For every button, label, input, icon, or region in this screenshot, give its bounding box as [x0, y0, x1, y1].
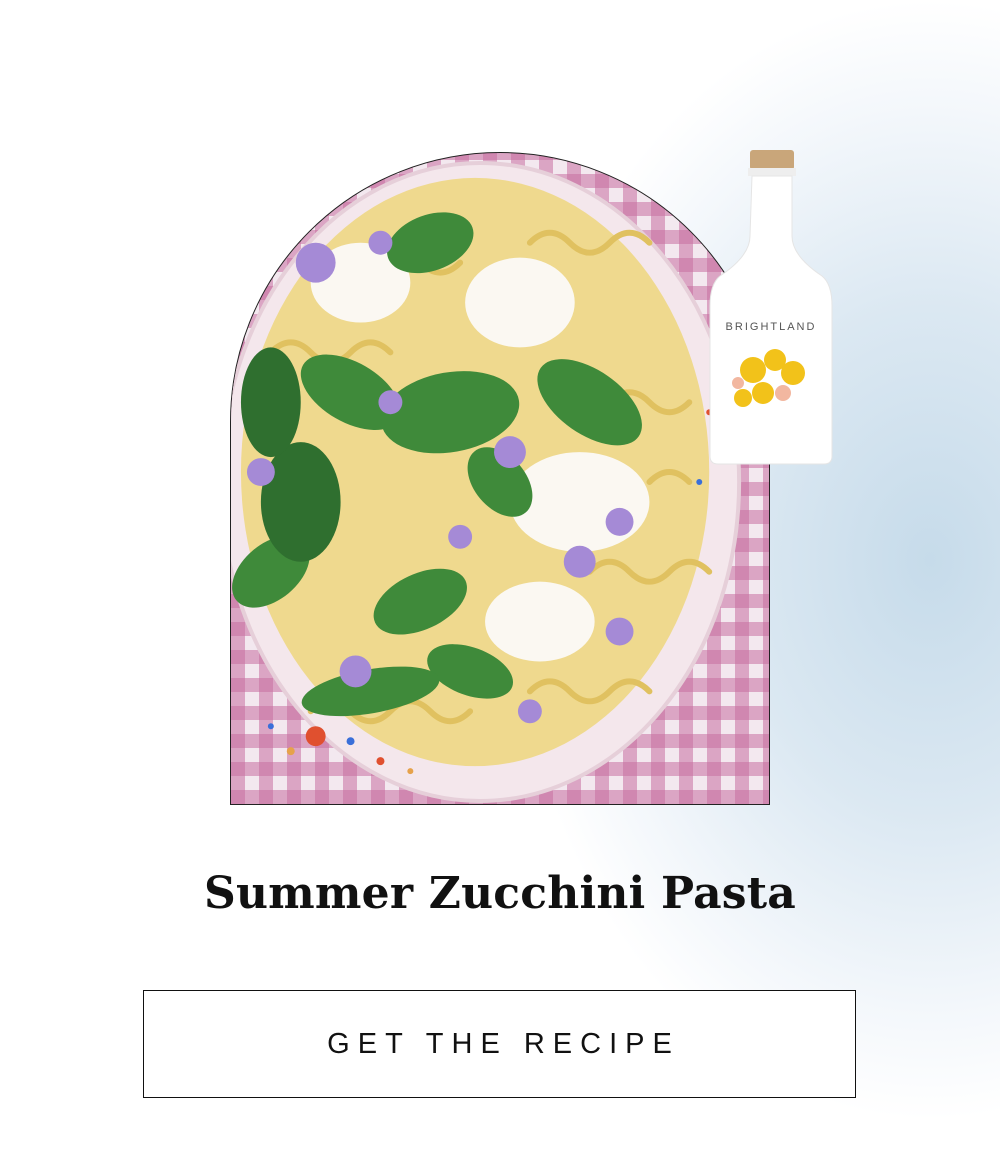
bottle-brand-label: BRIGHTLAND: [725, 321, 817, 333]
recipe-photo[interactable]: [230, 152, 770, 805]
bottle-illustration: [709, 150, 833, 465]
recipe-card: BRIGHTLAND Summer Zucchini Pasta GET THE…: [0, 0, 1000, 1173]
get-recipe-button[interactable]: GET THE RECIPE: [143, 990, 856, 1098]
get-recipe-button-label: GET THE RECIPE: [327, 1027, 680, 1060]
pasta-bowl-illustration: [231, 161, 742, 803]
recipe-title: Summer Zucchini Pasta: [203, 868, 796, 919]
olive-oil-bottle[interactable]: BRIGHTLAND: [708, 148, 834, 466]
